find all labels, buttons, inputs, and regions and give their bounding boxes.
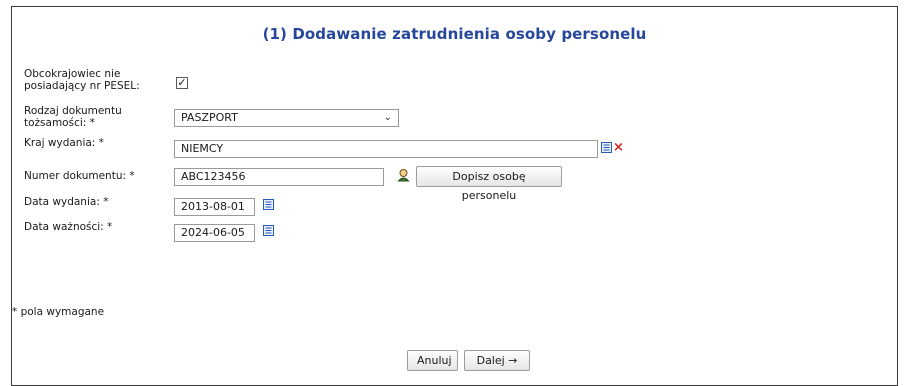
country-field[interactable]: NIEMCY	[174, 140, 598, 158]
page-title: (1) Dodawanie zatrudnienia osoby persone…	[262, 25, 647, 43]
foreigner-checkbox[interactable]: ✓	[176, 77, 188, 89]
list-icon[interactable]	[601, 142, 612, 153]
foreigner-label: Obcokrajowiec nie posiadający nr PESEL:	[24, 68, 140, 92]
form-panel: (1) Dodawanie zatrudnienia osoby persone…	[11, 6, 898, 386]
expiry-date-label: Data ważności: *	[24, 221, 113, 233]
doc-type-value: PASZPORT	[181, 111, 238, 124]
doc-number-label: Numer dokumentu: *	[24, 170, 135, 182]
add-person-button[interactable]: Dopisz osobę personelu	[416, 166, 562, 202]
doc-number-value: ABC123456	[181, 170, 246, 183]
person-search-icon[interactable]	[397, 168, 410, 182]
doc-type-label: Rodzaj dokumentu tożsamości: *	[24, 105, 122, 129]
issue-date-label: Data wydania: *	[24, 196, 109, 208]
chevron-down-icon: ⌄	[383, 112, 392, 123]
country-value: NIEMCY	[181, 142, 224, 155]
required-fields-note: * pola wymagane	[12, 306, 105, 318]
calendar-icon[interactable]	[263, 225, 274, 236]
doc-number-field[interactable]: ABC123456	[174, 168, 384, 186]
issue-date-value: 2013-08-01	[181, 200, 245, 213]
doc-type-select[interactable]: PASZPORT ⌄	[174, 109, 399, 127]
expiry-date-field[interactable]: 2024-06-05	[174, 224, 255, 242]
calendar-icon[interactable]	[263, 199, 274, 210]
country-label: Kraj wydania: *	[24, 137, 104, 149]
clear-x-icon[interactable]: ×	[613, 141, 624, 154]
issue-date-field[interactable]: 2013-08-01	[174, 198, 255, 216]
next-button[interactable]: Dalej →	[464, 350, 530, 371]
expiry-date-value: 2024-06-05	[181, 226, 245, 239]
cancel-button[interactable]: Anuluj	[407, 350, 458, 371]
